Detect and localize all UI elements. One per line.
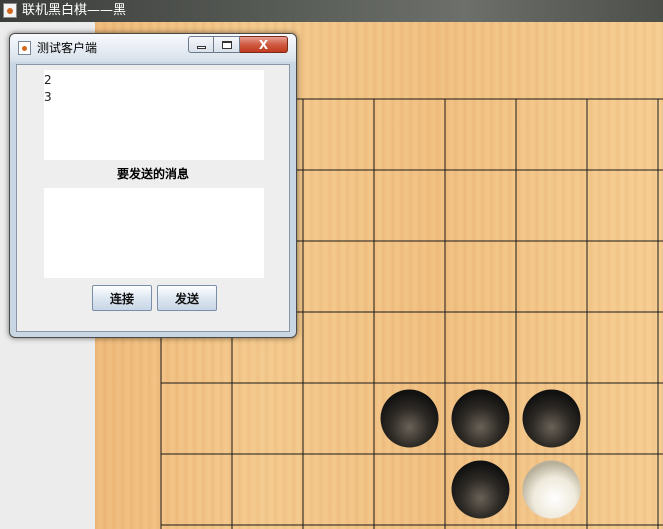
close-icon: X bbox=[258, 37, 269, 52]
send-button[interactable]: 发送 bbox=[157, 285, 217, 311]
main-window-titlebar[interactable]: 联机黑白棋——黑 bbox=[0, 0, 663, 22]
java-cup-icon bbox=[3, 3, 17, 18]
main-window-title: 联机黑白棋——黑 bbox=[22, 3, 127, 18]
dialog-title: 测试客户端 bbox=[37, 41, 98, 55]
black-stone bbox=[451, 460, 510, 519]
black-stone bbox=[380, 389, 439, 448]
minimize-icon bbox=[196, 45, 206, 49]
white-stone bbox=[522, 460, 581, 519]
maximize-button[interactable] bbox=[214, 36, 240, 53]
message-input[interactable] bbox=[44, 188, 264, 278]
received-messages-area[interactable]: 2 3 bbox=[44, 70, 264, 160]
received-line: 2 bbox=[44, 73, 52, 87]
client-dialog: 测试客户端 X 2 3 要发送的消息 连接 发送 bbox=[9, 33, 297, 338]
java-cup-icon bbox=[18, 41, 31, 55]
minimize-button[interactable] bbox=[188, 36, 214, 53]
maximize-icon bbox=[221, 40, 232, 49]
dialog-content: 2 3 要发送的消息 连接 发送 bbox=[16, 64, 290, 332]
message-label: 要发送的消息 bbox=[116, 167, 189, 181]
received-line: 3 bbox=[44, 90, 52, 104]
close-button[interactable]: X bbox=[240, 36, 288, 53]
black-stone bbox=[522, 389, 581, 448]
connect-button[interactable]: 连接 bbox=[92, 285, 152, 311]
black-stone bbox=[451, 389, 510, 448]
dialog-titlebar[interactable]: 测试客户端 X bbox=[10, 34, 296, 62]
